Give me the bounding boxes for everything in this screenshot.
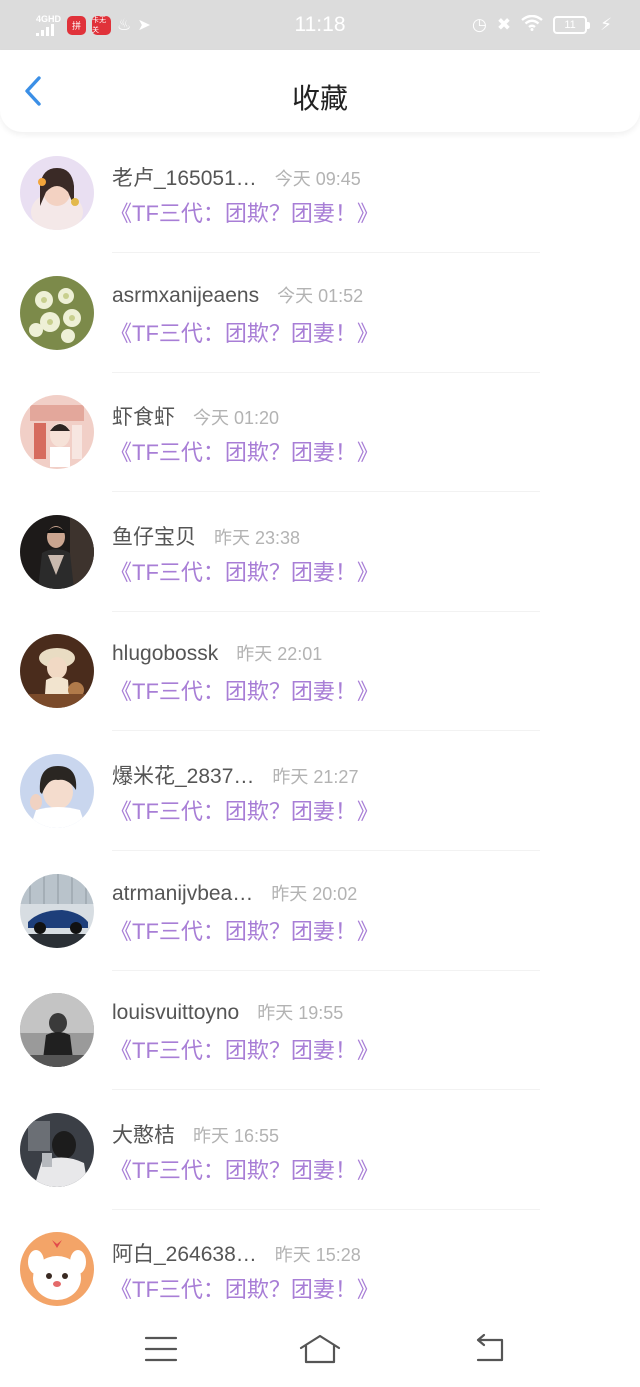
user-name[interactable]: asrmxanijeaens: [112, 284, 259, 308]
item-header: 虾食虾 今天 01:20: [112, 401, 279, 431]
item-header: 爆米花_2837… 昨天 21:27: [112, 760, 358, 790]
timestamp: 昨天 15:28: [274, 1245, 361, 1266]
return-button[interactable]: [470, 1332, 510, 1366]
collection-link[interactable]: 《TF三代：团欺？团妻！》: [110, 1272, 379, 1304]
divider: [112, 1089, 540, 1091]
avatar[interactable]: [20, 395, 94, 470]
collection-link[interactable]: 《TF三代：团欺？团妻！》: [110, 435, 379, 467]
favorites-list: 老卢_165051… 今天 09:45 《TF三代：团欺？团妻！》 asrmxa…: [0, 150, 640, 1346]
timestamp: 昨天 16:55: [193, 1125, 280, 1146]
list-item[interactable]: 爆米花_2837… 昨天 21:27 《TF三代：团欺？团妻！》: [0, 748, 640, 868]
timestamp: 今天 09:45: [274, 169, 361, 189]
divider: [112, 610, 540, 612]
home-icon: [299, 1334, 341, 1364]
return-icon: [476, 1333, 504, 1362]
collection-link[interactable]: 《TF三代：团欺？团妻！》: [110, 794, 379, 826]
avatar[interactable]: [20, 634, 94, 709]
user-name[interactable]: atrmanijvbea…: [112, 882, 253, 906]
list-item[interactable]: 鱼仔宝贝 昨天 23:38 《TF三代：团欺？团妻！》: [0, 509, 640, 629]
avatar[interactable]: [20, 275, 94, 350]
item-header: 老卢_165051… 今天 09:45: [112, 162, 361, 192]
page-title: 收藏: [291, 83, 348, 114]
collection-link[interactable]: 《TF三代：团欺？团妻！》: [110, 914, 379, 946]
avatar[interactable]: [20, 993, 94, 1068]
item-header: 阿白_264638… 昨天 15:28: [112, 1238, 361, 1268]
user-name[interactable]: 大憨桔: [112, 1119, 175, 1149]
avatar[interactable]: [20, 753, 94, 828]
avatar[interactable]: [20, 873, 94, 948]
collection-link[interactable]: 《TF三代：团欺？团妻！》: [110, 555, 379, 587]
item-header: asrmxanijeaens 今天 01:52: [112, 282, 363, 308]
user-name[interactable]: hlugobossk: [112, 642, 218, 666]
collection-link[interactable]: 《TF三代：团欺？团妻！》: [110, 316, 379, 348]
timestamp: 今天 01:52: [277, 285, 364, 306]
avatar[interactable]: [20, 156, 94, 230]
list-item[interactable]: louisvuittoyno 昨天 19:55 《TF三代：团欺？团妻！》: [0, 987, 640, 1107]
item-header: hlugobossk 昨天 22:01: [112, 640, 322, 666]
divider: [112, 252, 540, 253]
list-item[interactable]: 虾食虾 今天 01:20 《TF三代：团欺？团妻！》: [0, 389, 640, 509]
timestamp: 昨天 22:01: [236, 644, 323, 665]
item-header: louisvuittoyno 昨天 19:55: [112, 999, 343, 1025]
system-nav-bar: [0, 1310, 640, 1387]
divider: [112, 1208, 540, 1210]
list-item[interactable]: 大憨桔 昨天 16:55 《TF三代：团欺？团妻！》: [0, 1107, 640, 1227]
user-name[interactable]: 虾食虾: [112, 401, 175, 431]
user-name[interactable]: 鱼仔宝贝: [112, 521, 196, 551]
divider: [112, 491, 540, 493]
divider: [112, 371, 540, 373]
divider: [112, 849, 540, 851]
avatar[interactable]: [20, 514, 94, 589]
timestamp: 昨天 19:55: [257, 1003, 344, 1024]
item-header: 鱼仔宝贝 昨天 23:38: [112, 521, 300, 551]
timestamp: 今天 01:20: [193, 408, 280, 429]
timestamp: 昨天 21:27: [272, 766, 359, 787]
user-name[interactable]: 老卢_165051…: [112, 162, 257, 192]
list-item[interactable]: hlugobossk 昨天 22:01 《TF三代：团欺？团妻！》: [0, 628, 640, 748]
item-header: atrmanijvbea… 昨天 20:02: [112, 880, 357, 906]
list-item[interactable]: 老卢_165051… 今天 09:45 《TF三代：团欺？团妻！》: [0, 150, 640, 270]
collection-link[interactable]: 《TF三代：团欺？团妻！》: [110, 196, 379, 228]
collection-link[interactable]: 《TF三代：团欺？团妻！》: [110, 1153, 379, 1185]
avatar[interactable]: [20, 1112, 94, 1187]
timestamp: 昨天 23:38: [214, 527, 301, 548]
home-button[interactable]: [298, 1332, 342, 1366]
user-name[interactable]: 阿白_264638…: [112, 1238, 257, 1268]
menu-icon: [144, 1336, 178, 1362]
list-item[interactable]: atrmanijvbea… 昨天 20:02 《TF三代：团欺？团妻！》: [0, 868, 640, 988]
timestamp: 昨天 20:02: [271, 883, 358, 904]
item-header: 大憨桔 昨天 16:55: [112, 1119, 279, 1149]
header: 收藏: [0, 50, 640, 132]
collection-link[interactable]: 《TF三代：团欺？团妻！》: [110, 674, 379, 706]
avatar[interactable]: [20, 1232, 94, 1307]
user-name[interactable]: 爆米花_2837…: [112, 760, 254, 790]
collection-link[interactable]: 《TF三代：团欺？团妻！》: [110, 1033, 379, 1065]
divider: [112, 969, 540, 971]
menu-button[interactable]: [141, 1332, 181, 1366]
divider: [112, 730, 540, 732]
list-item[interactable]: asrmxanijeaens 今天 01:52 《TF三代：团欺？团妻！》: [0, 270, 640, 390]
user-name[interactable]: louisvuittoyno: [112, 1001, 239, 1025]
